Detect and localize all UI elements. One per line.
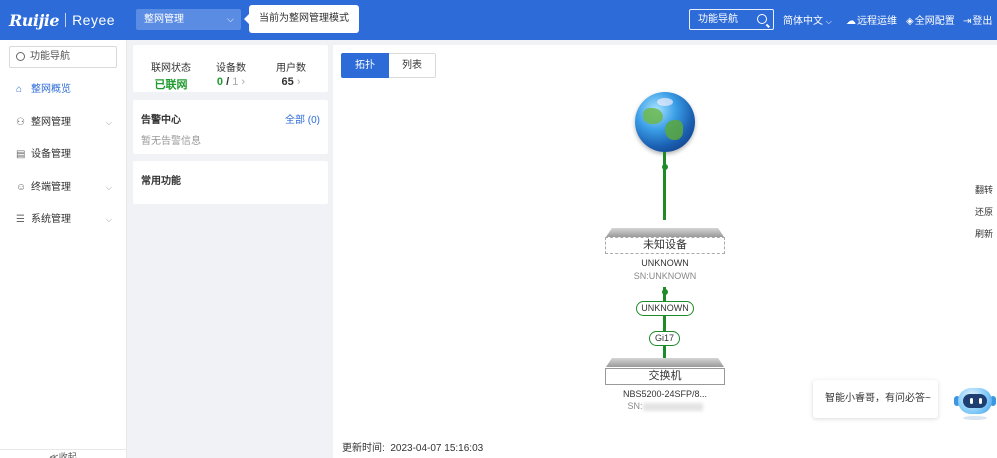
common-functions-title: 常用功能: [141, 176, 181, 187]
user-count-value: 65 ›: [281, 76, 301, 88]
uplink-line: [663, 152, 666, 220]
downlink-line: [663, 287, 666, 361]
common-functions-card: 常用功能: [133, 161, 328, 204]
restore-button[interactable]: 还原: [971, 201, 997, 223]
network-config-link[interactable]: ◈全网配置: [906, 12, 955, 27]
logout-label: 登出: [972, 16, 993, 27]
sidebar: 功能导航 ⌂ 整网概览 ⚇ 整网管理 ⌵ ▤ 设备管理 ☺ 终端管理 ⌵ ☰ 系…: [0, 40, 127, 458]
redacted-sn: [642, 402, 703, 411]
logout-link[interactable]: ⇥登出: [963, 12, 992, 27]
sidebar-item-overview[interactable]: ⌂ 整网概览: [0, 80, 126, 100]
home-icon: ⌂: [16, 84, 23, 95]
chevron-down-icon: ⌵: [105, 183, 112, 192]
language-label: 简体中文: [783, 16, 823, 27]
assistant-bubble[interactable]: 智能小睿哥，有问必答~: [813, 380, 938, 418]
chevron-down-icon: ⌵: [105, 118, 112, 127]
sidebar-search[interactable]: 功能导航: [9, 46, 117, 68]
sidebar-search-placeholder: 功能导航: [30, 51, 70, 62]
sidebar-item-network[interactable]: ⚇ 整网管理 ⌵: [0, 113, 126, 133]
mode-tooltip: 当前为整网管理模式: [244, 5, 359, 33]
refresh-button[interactable]: 刷新: [971, 223, 997, 245]
chevron-right-icon: ›: [296, 76, 301, 88]
cloud-icon: ☁: [846, 16, 856, 27]
sidebar-item-label: 终端管理: [31, 182, 71, 193]
remote-ops-link[interactable]: ☁远程运维: [846, 12, 897, 27]
sidebar-item-label: 整网概览: [31, 84, 71, 95]
sidebar-item-label: 系统管理: [31, 214, 71, 225]
switch-sn: SN:: [585, 401, 745, 411]
language-select[interactable]: 简体中文 ⌵: [783, 12, 832, 27]
sidebar-collapse-button[interactable]: ≪收起: [0, 449, 126, 458]
remote-ops-label: 远程运维: [857, 16, 897, 27]
sidebar-item-devices[interactable]: ▤ 设备管理: [0, 145, 126, 165]
alarm-title: 告警中心: [141, 115, 181, 126]
flip-button[interactable]: 翻转: [971, 179, 997, 201]
chevron-down-icon: ⌵: [227, 14, 234, 24]
alarm-empty-text: 暂无告警信息: [141, 136, 201, 147]
stats-card: 联网状态 已联网 设备数 0 / 1 › 用户数 65 ›: [133, 45, 328, 92]
device-count-label: 设备数: [216, 63, 246, 74]
alarm-card: 告警中心 全部 (0) 暂无告警信息: [133, 100, 328, 154]
unknown-device-name[interactable]: 未知设备: [605, 237, 725, 254]
top-header: Ruijie Reyee 整网管理 ⌵ 当前为整网管理模式 功能导航 简体中文 …: [0, 0, 997, 40]
sidebar-item-label: 设备管理: [31, 149, 71, 160]
logout-icon: ⇥: [963, 16, 972, 27]
device-count-value: 0 / 1 ›: [216, 76, 246, 88]
logo-ruijie: Ruijie: [9, 10, 60, 30]
sidebar-item-system[interactable]: ☰ 系统管理 ⌵: [0, 210, 126, 230]
chevron-down-icon: ⌵: [825, 17, 832, 26]
topology-tools: 翻转 还原 刷新: [971, 179, 997, 245]
device-icon: ▤: [16, 149, 26, 160]
settings-icon: ☰: [16, 214, 25, 225]
unknown-device-sn: SN:UNKNOWN: [633, 271, 697, 281]
assistant-robot-icon[interactable]: [953, 386, 997, 420]
mode-select-value: 整网管理: [144, 14, 184, 25]
user-count-label: 用户数: [276, 63, 306, 74]
layers-icon: ◈: [906, 16, 914, 27]
device-count-stat[interactable]: 设备数 0 / 1 ›: [211, 59, 251, 88]
logo-reyee: Reyee: [72, 12, 116, 28]
user-count-stat[interactable]: 用户数 65 ›: [271, 59, 311, 88]
switch-model: NBS5200-24SFP/8...: [622, 389, 708, 399]
network-status-stat: 联网状态 已联网: [151, 59, 191, 92]
search-icon: [757, 14, 767, 24]
network-status-label: 联网状态: [151, 63, 191, 74]
network-icon: ⚇: [16, 117, 25, 128]
header-search-label: 功能导航: [698, 14, 738, 25]
network-status-value: 已联网: [154, 79, 188, 91]
unknown-device-shape: [606, 228, 724, 237]
chevron-down-icon: ⌵: [105, 215, 112, 224]
sidebar-item-terminals[interactable]: ☺ 终端管理 ⌵: [0, 178, 126, 198]
brand-logo[interactable]: Ruijie Reyee: [9, 9, 115, 31]
update-time-label: 更新时间:: [342, 443, 385, 454]
update-time: 更新时间: 2023-04-07 15:16:03: [342, 439, 483, 454]
search-icon: [16, 52, 25, 61]
network-config-label: 全网配置: [914, 16, 955, 27]
unknown-device-model: UNKNOWN: [641, 258, 689, 268]
mode-select[interactable]: 整网管理 ⌵: [136, 9, 241, 30]
chevron-right-icon: ›: [241, 76, 246, 88]
update-time-value: 2023-04-07 15:16:03: [390, 443, 484, 454]
port-label-upper: UNKNOWN: [636, 301, 694, 316]
port-label-lower: Gi17: [649, 331, 680, 346]
header-search[interactable]: 功能导航: [689, 9, 774, 30]
user-icon: ☺: [16, 182, 27, 193]
internet-globe-icon[interactable]: [635, 92, 695, 152]
switch-shape: [606, 358, 724, 367]
sidebar-item-label: 整网管理: [31, 117, 71, 128]
logo-divider: [65, 13, 67, 27]
alarm-all-link[interactable]: 全部 (0): [285, 111, 320, 126]
switch-name[interactable]: 交换机: [605, 368, 725, 385]
